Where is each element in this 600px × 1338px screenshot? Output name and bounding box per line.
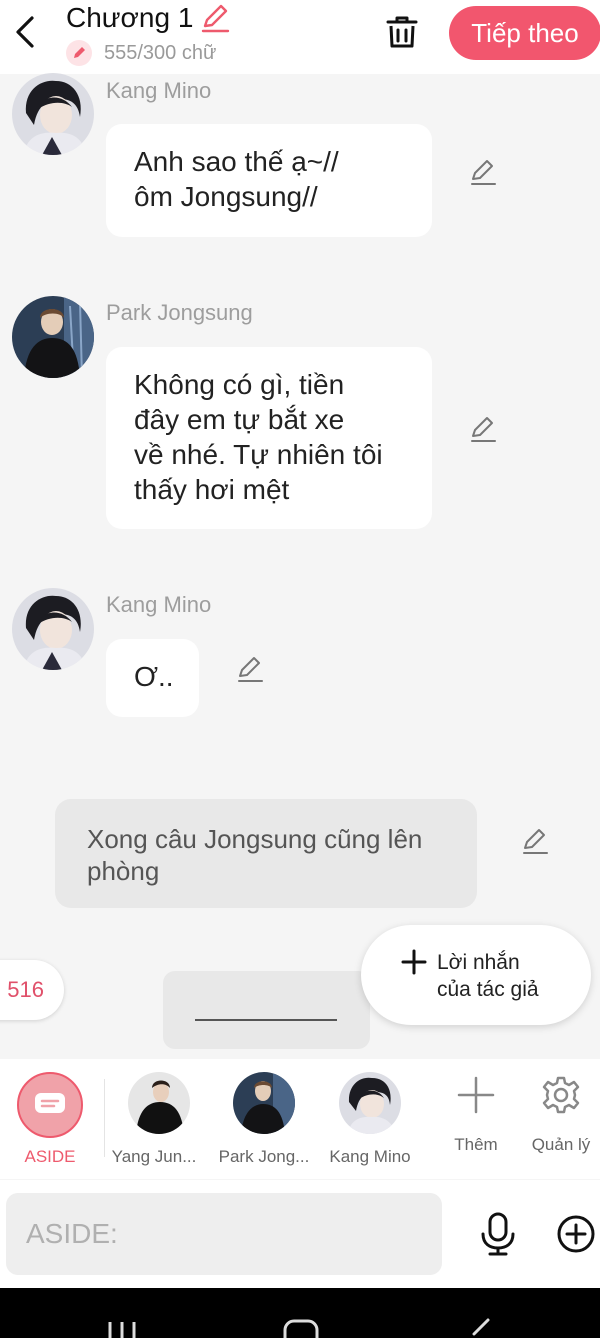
- top-bar: Chương 1 555/300 chữ Tiếp theo: [0, 0, 600, 74]
- aside-label: ASIDE: [24, 1147, 76, 1166]
- back-arrow-icon[interactable]: [10, 14, 40, 50]
- message-bubble[interactable]: Ơ..: [106, 639, 199, 717]
- pencil-badge-icon: [66, 40, 92, 66]
- home-icon[interactable]: [282, 1318, 320, 1338]
- author-note-button[interactable]: Lời nhắn của tác giả: [361, 925, 591, 1025]
- message-line: đây em tự bắt xe: [134, 404, 345, 435]
- message-line: về nhé. Tự nhiên tôi: [134, 439, 383, 470]
- sender-name: Kang Mino: [106, 592, 212, 617]
- message-line: thấy hơi mệt: [134, 474, 290, 505]
- character-bar: ASIDE Yang Jun... Park Jong... Kang Mino…: [0, 1059, 600, 1179]
- chapter-title-row: Chương 1: [66, 2, 231, 34]
- character-avatar-park[interactable]: [233, 1072, 295, 1134]
- plus-icon: [457, 1076, 495, 1114]
- divider: [104, 1079, 105, 1157]
- message-count-pill[interactable]: 516: [0, 960, 64, 1020]
- message-bubble[interactable]: Anh sao thế ạ~// ôm Jongsung//: [106, 124, 432, 237]
- manage-label: Quản lý: [531, 1135, 591, 1154]
- speech-bubble-icon: [35, 1093, 65, 1113]
- draft-bubble[interactable]: [163, 971, 370, 1049]
- avatar-kang-mino[interactable]: [12, 73, 94, 155]
- microphone-icon[interactable]: [478, 1212, 518, 1256]
- message-input[interactable]: [6, 1193, 442, 1275]
- author-note-line: Lời nhắn: [437, 951, 520, 974]
- message-bubble[interactable]: Không có gì, tiền đây em tự bắt xe về nh…: [106, 347, 432, 529]
- aside-avatar[interactable]: [17, 1072, 83, 1138]
- narration-bubble[interactable]: Xong câu Jongsung cũng lên phòng: [55, 799, 477, 908]
- draft-placeholder-line: [195, 1019, 337, 1021]
- recent-apps-icon[interactable]: [104, 1320, 140, 1338]
- system-nav-bar: [0, 1288, 600, 1338]
- edit-narration-icon[interactable]: [520, 826, 550, 856]
- edit-title-icon[interactable]: [199, 2, 231, 34]
- trash-icon[interactable]: [382, 12, 422, 52]
- message-count: 516: [7, 977, 44, 1002]
- message-line: Anh sao thế ạ~//: [134, 146, 339, 177]
- character-name: Park Jong...: [218, 1147, 310, 1166]
- sender-name: Kang Mino: [106, 78, 212, 103]
- next-button[interactable]: Tiếp theo: [449, 6, 600, 60]
- edit-message-icon[interactable]: [468, 157, 498, 187]
- author-note-label: Lời nhắn của tác giả: [437, 949, 539, 1003]
- gear-icon: [542, 1076, 580, 1114]
- word-count: 555/300 chữ: [104, 41, 217, 64]
- avatar-kang-mino[interactable]: [12, 588, 94, 670]
- add-circle-icon[interactable]: [556, 1214, 596, 1254]
- plus-icon: [401, 949, 427, 975]
- author-note-line: của tác giả: [437, 978, 539, 1001]
- narration-line: phòng: [87, 856, 160, 886]
- edit-message-icon[interactable]: [235, 654, 265, 684]
- sender-name: Park Jongsung: [106, 300, 253, 325]
- word-count-row: 555/300 chữ: [66, 40, 216, 66]
- system-back-icon[interactable]: [466, 1318, 494, 1338]
- character-name: Kang Mino: [329, 1147, 411, 1166]
- avatar-park-jongsung[interactable]: [12, 296, 94, 378]
- character-avatar-kang[interactable]: [339, 1072, 401, 1134]
- chapter-title: Chương 1: [66, 2, 194, 33]
- message-line: Không có gì, tiền: [134, 369, 345, 400]
- character-avatar-yang[interactable]: [128, 1072, 190, 1134]
- narration-line: Xong câu Jongsung cũng lên: [87, 824, 423, 854]
- add-label: Thêm: [454, 1135, 498, 1154]
- message-line: Ơ..: [134, 661, 174, 692]
- message-line: ôm Jongsung//: [134, 181, 318, 212]
- edit-message-icon[interactable]: [468, 414, 498, 444]
- message-input-area: [0, 1180, 600, 1288]
- character-name: Yang Jun...: [111, 1147, 197, 1166]
